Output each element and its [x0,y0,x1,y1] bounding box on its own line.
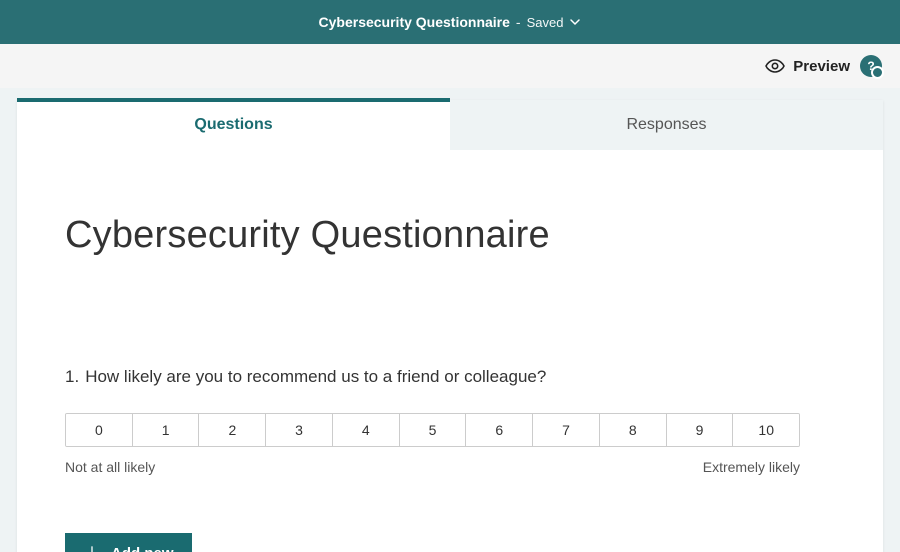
app-header: Cybersecurity Questionnaire - Saved [0,0,900,44]
form-title[interactable]: Cybersecurity Questionnaire [65,214,835,257]
question-1[interactable]: 1. How likely are you to recommend us to… [65,367,835,475]
form-card: Questions Responses Cybersecurity Questi… [17,100,883,552]
preview-label: Preview [793,58,850,75]
form-content: Cybersecurity Questionnaire 1. How likel… [17,150,883,552]
scale-option-2[interactable]: 2 [199,414,266,446]
add-new-label: Add new [111,545,174,552]
preview-button[interactable]: Preview [765,58,850,75]
scale-option-4[interactable]: 4 [333,414,400,446]
title-separator: - [516,14,521,30]
form-name[interactable]: Cybersecurity Questionnaire [319,14,510,30]
scale-option-7[interactable]: 7 [533,414,600,446]
scale-option-5[interactable]: 5 [400,414,467,446]
scale-option-8[interactable]: 8 [600,414,667,446]
add-new-button[interactable]: ＋ Add new [65,533,192,552]
tab-responses[interactable]: Responses [450,100,883,150]
nps-scale: 0 1 2 3 4 5 6 7 8 9 10 [65,413,800,447]
scale-option-9[interactable]: 9 [667,414,734,446]
scale-option-1[interactable]: 1 [133,414,200,446]
tab-questions[interactable]: Questions [17,100,450,150]
help-icon[interactable]: ? [860,55,882,77]
scale-option-10[interactable]: 10 [733,414,799,446]
scale-option-6[interactable]: 6 [466,414,533,446]
tab-bar: Questions Responses [17,100,883,150]
scale-high-label: Extremely likely [703,459,800,475]
eye-icon [765,59,785,73]
question-text: How likely are you to recommend us to a … [85,367,546,387]
question-number: 1. [65,367,79,387]
scale-low-label: Not at all likely [65,459,155,475]
toolbar: Preview ? [0,44,900,88]
scale-option-3[interactable]: 3 [266,414,333,446]
scale-option-0[interactable]: 0 [66,414,133,446]
save-status: Saved [527,15,564,30]
chevron-down-icon[interactable] [569,16,581,28]
